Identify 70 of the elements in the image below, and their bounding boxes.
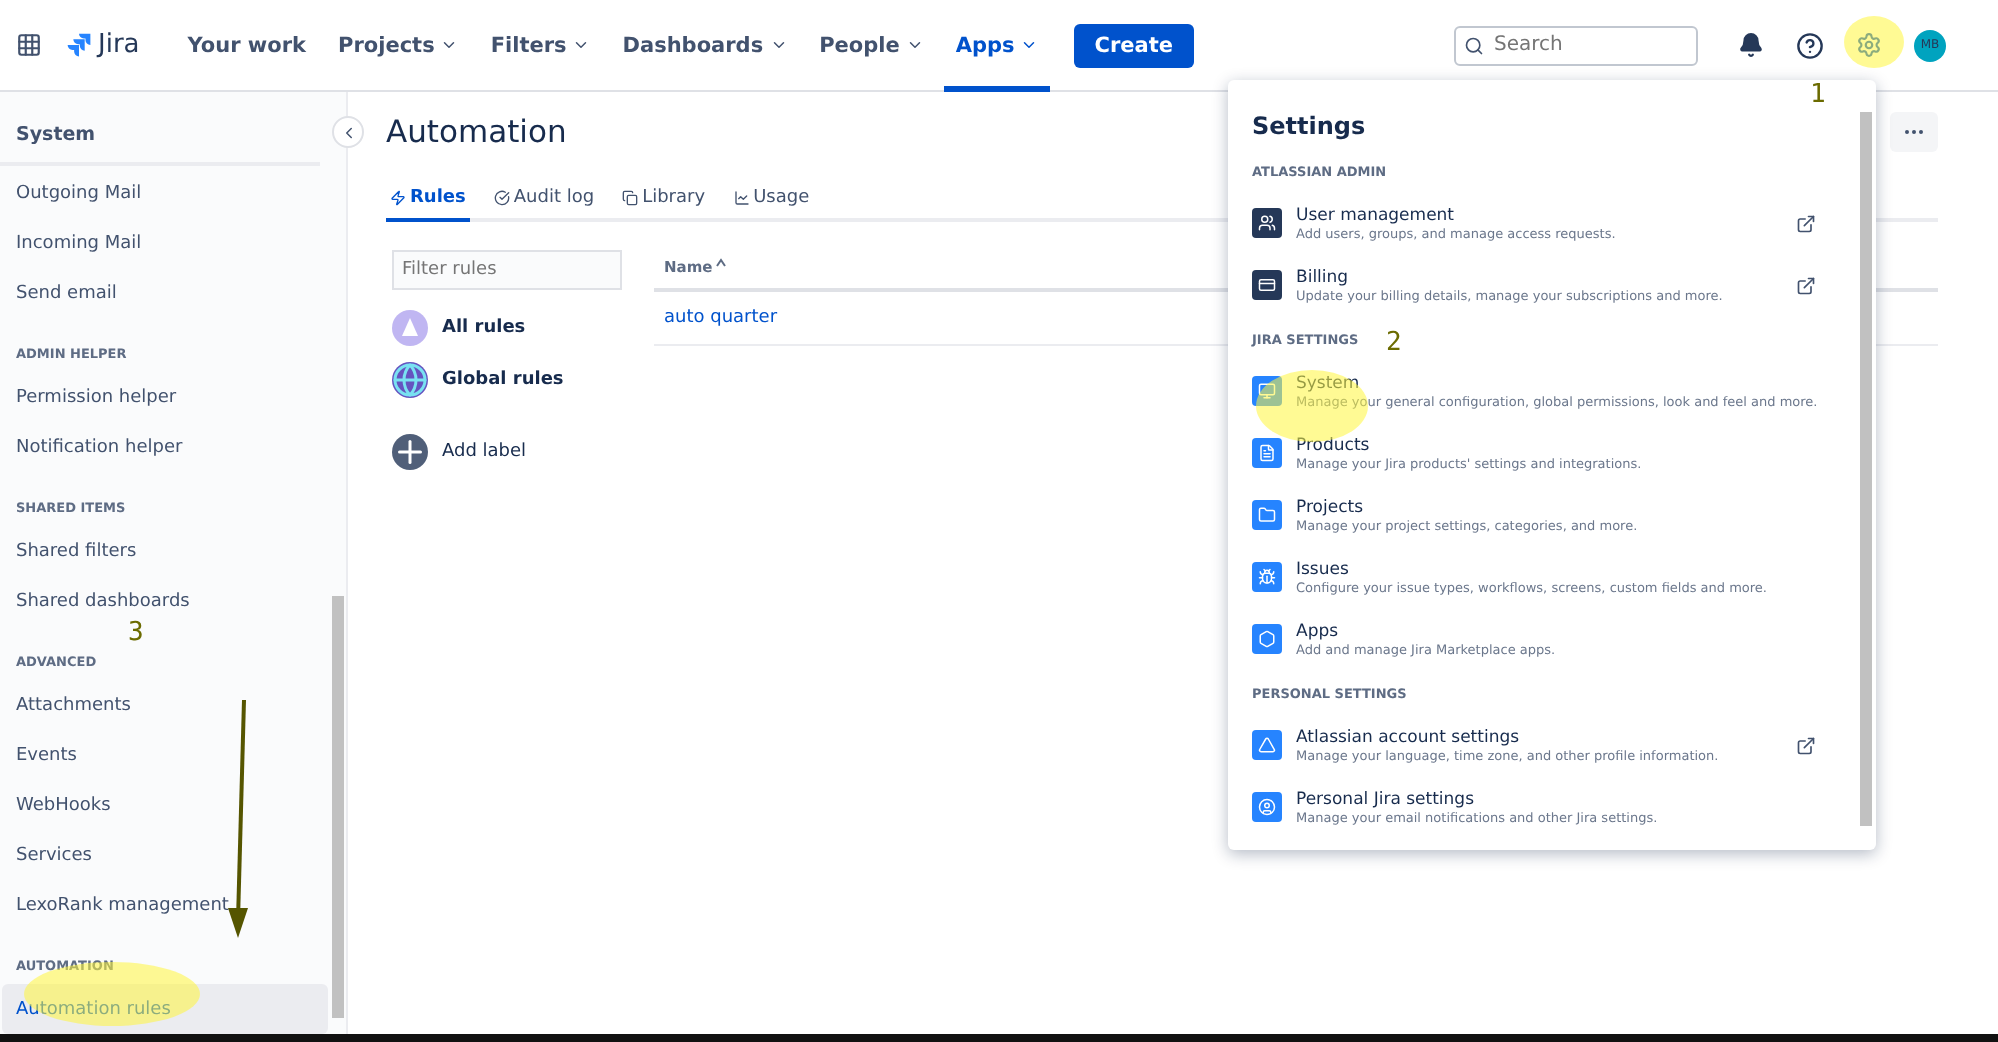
nav-menu-item[interactable]: Apps [943,0,1051,91]
sidebar-item[interactable]: Events [2,730,328,780]
item-title: Issues [1296,559,1349,579]
tab-icon [622,190,639,206]
sidebar-item[interactable]: Permission helper [2,372,328,422]
sidebar-item[interactable]: Send email [2,268,328,318]
bell-icon[interactable] [1738,32,1764,58]
nav-menu-item[interactable]: Projects [326,0,471,91]
label-list-item[interactable]: Add label [392,434,622,470]
tab[interactable]: Usage [729,180,814,222]
settings-item-icon [1252,438,1282,468]
tab-icon [493,190,510,206]
tab[interactable]: Rules [386,180,470,222]
collapse-sidebar-button[interactable] [332,116,364,148]
item-title: Apps [1296,621,1339,641]
item-title: Personal Jira settings [1296,789,1475,809]
sidebar-item[interactable]: Notification helper [2,422,328,472]
label-list-item[interactable]: Global rules [392,362,622,398]
settings-item-icon [1252,624,1282,654]
sidebar-title: System [0,92,320,166]
highlighter-mark [1844,16,1904,68]
sidebar-item[interactable]: Services [2,830,328,880]
item-title: System [1296,373,1360,393]
sidebar-item[interactable]: Incoming Mail [2,218,328,268]
item-title: Projects [1296,497,1364,517]
create-button[interactable]: Create [1074,23,1194,67]
settings-item-icon [1252,376,1282,406]
sidebar-item[interactable]: LexoRank management [2,880,328,930]
sidebar-item[interactable]: Outgoing Mail [2,168,328,218]
settings-item-icon [1252,562,1282,592]
apps-menu-icon[interactable] [16,32,42,58]
settings-item-icon [1252,792,1282,822]
settings-icon[interactable] [1856,32,1882,58]
sidebar-item[interactable]: Shared filters [2,526,328,576]
dropdown-title: Settings [1252,112,1368,140]
scrollbar[interactable] [332,596,344,1018]
nav-menu-item[interactable]: Your work [175,0,319,91]
help-icon[interactable] [1796,31,1824,59]
settings-item-icon [1252,208,1282,238]
item-title: Billing [1296,267,1349,287]
annotation-number: 1 [1810,80,1826,110]
tab[interactable]: Audit log [489,180,599,222]
search-field[interactable]: Search [1454,25,1698,65]
nav-menu-item[interactable]: Dashboards [610,0,800,91]
globe-icon [392,362,428,398]
label-list-item[interactable]: All rules [392,310,622,346]
scrollbar[interactable] [1860,112,1872,826]
settings-item-icon [1252,500,1282,530]
tab-icon [733,190,750,206]
annotation-number: 3 [128,618,144,648]
page-title: Automation [386,114,567,150]
sidebar-item[interactable]: WebHooks [2,780,328,830]
tab-icon [390,190,406,206]
nav-menu-item[interactable]: People [807,0,936,91]
settings-item-icon [1252,730,1282,760]
sidebar-item[interactable]: Attachments [2,680,328,730]
nav-menu-item[interactable]: Filters [478,0,603,91]
settings-item-icon [1252,270,1282,300]
filter-rules-field[interactable]: Filter rules [392,250,622,290]
jira-logo-icon [66,32,92,58]
item-title: Products [1296,435,1370,455]
plus-icon [392,434,428,470]
annotation-number: 2 [1386,328,1402,358]
more-button[interactable] [1890,112,1938,152]
jira-logo[interactable]: Jira [66,30,140,60]
item-title: User management [1296,205,1455,225]
item-title: Atlassian account settings [1296,727,1520,747]
triangle-logo-icon [392,310,428,346]
search-icon [1464,35,1484,55]
tab[interactable]: Library [618,180,710,222]
